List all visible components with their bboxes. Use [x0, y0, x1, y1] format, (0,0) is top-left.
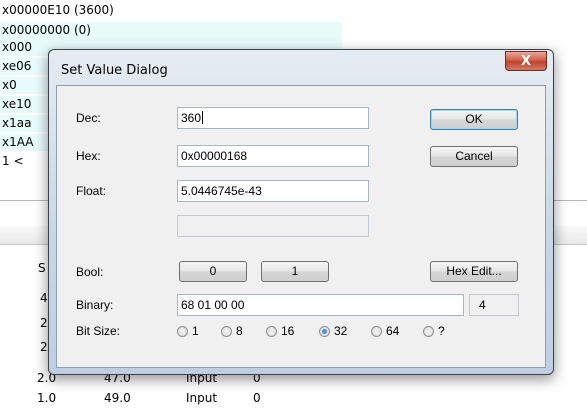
- byte-count-field: 4: [469, 294, 519, 316]
- bg-list-line: x00000000 (0): [0, 22, 342, 39]
- hex-label: Hex:: [76, 149, 101, 163]
- cancel-button[interactable]: Cancel: [430, 146, 518, 167]
- bg-cell: 4: [40, 291, 48, 305]
- radio-circle-icon: [221, 326, 232, 337]
- hex-edit-button[interactable]: Hex Edit...: [430, 261, 518, 282]
- hex-input[interactable]: 0x00000168: [177, 145, 369, 167]
- radio-label: 8: [236, 324, 243, 338]
- radio-selected-icon: [319, 326, 330, 337]
- float-input[interactable]: 5.0446745e-43: [177, 180, 369, 202]
- bg-column-header: S: [38, 261, 46, 275]
- close-icon: X: [520, 54, 532, 69]
- radio-circle-icon: [371, 326, 382, 337]
- dialog-body: Dec: 360 OK Hex: 0x00000168 Cancel Float…: [56, 85, 546, 368]
- bit-size-label: Bit Size:: [76, 324, 121, 338]
- radio-circle-icon: [266, 326, 277, 337]
- text-cursor: [202, 111, 204, 124]
- bg-cell: 2: [40, 340, 48, 354]
- bool-1-button[interactable]: 1: [261, 261, 329, 282]
- dialog-title: Set Value Dialog: [61, 63, 168, 78]
- bg-cell: 1.0: [37, 391, 57, 405]
- bit-size-radio-16[interactable]: 16: [266, 324, 294, 340]
- bool-0-button[interactable]: 0: [179, 261, 247, 282]
- binary-label: Binary:: [76, 298, 114, 312]
- ok-button[interactable]: OK: [430, 109, 518, 130]
- radio-label: 64: [386, 324, 400, 338]
- bit-size-radio-64[interactable]: 64: [371, 324, 399, 340]
- bg-list-line: x00000E10 (3600): [2, 3, 114, 17]
- bg-cell: 0: [253, 391, 261, 405]
- bg-cell: Input: [186, 391, 218, 405]
- dec-label: Dec:: [76, 111, 101, 125]
- float-label: Float:: [76, 184, 107, 198]
- radio-label: ?: [438, 324, 445, 338]
- bg-cell: 2: [40, 316, 48, 330]
- radio-label: 16: [281, 324, 295, 338]
- radio-circle-icon: [177, 326, 188, 337]
- dec-value: 360: [181, 111, 202, 125]
- binary-input[interactable]: 68 01 00 00: [177, 294, 464, 316]
- bit-size-radio-unknown[interactable]: ?: [423, 324, 445, 340]
- bit-size-radio-8[interactable]: 8: [221, 324, 243, 340]
- radio-circle-icon: [423, 326, 434, 337]
- dec-input[interactable]: 360: [177, 107, 369, 129]
- radio-label: 1: [192, 324, 199, 338]
- bool-label: Bool:: [76, 265, 104, 279]
- set-value-dialog: Set Value Dialog X Dec: 360 OK Hex: 0x00…: [48, 49, 554, 375]
- bg-cell: 49.0: [104, 391, 131, 405]
- bit-size-radio-32[interactable]: 32: [319, 324, 347, 340]
- close-button[interactable]: X: [505, 51, 547, 71]
- blank-field: [177, 215, 369, 237]
- radio-label: 32: [334, 324, 348, 338]
- bit-size-radio-1[interactable]: 1: [177, 324, 199, 340]
